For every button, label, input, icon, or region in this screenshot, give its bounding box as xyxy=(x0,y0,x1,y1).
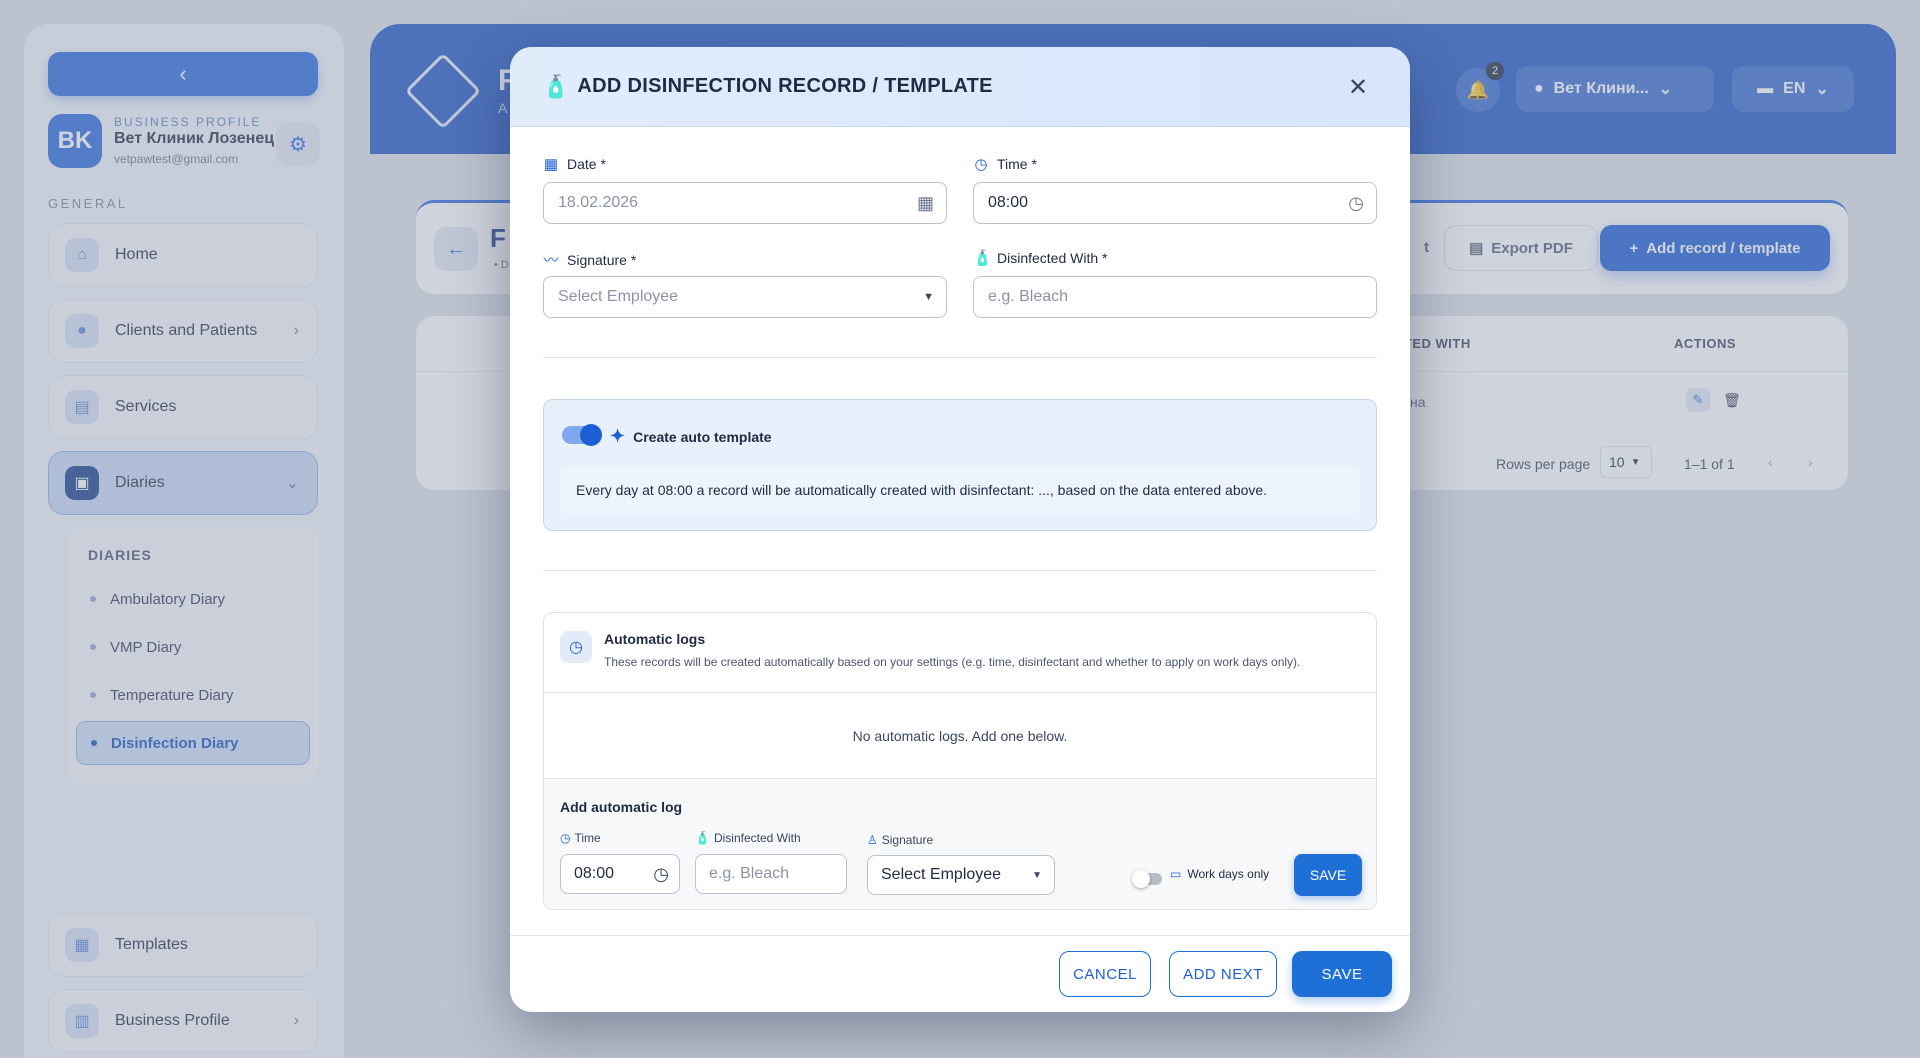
spray-bottle-icon: 🧴 xyxy=(695,831,710,845)
automatic-logs-empty-state: No automatic logs. Add one below. xyxy=(544,693,1376,779)
caret-down-icon: ▼ xyxy=(1032,869,1042,881)
automatic-logs-subtitle: These records will be created automatica… xyxy=(604,655,1301,669)
log-time-field[interactable]: 08:00 ◷ xyxy=(560,854,680,894)
time-field[interactable]: 08:00 ◷ xyxy=(973,182,1377,224)
add-automatic-log-form: Add automatic log ◷ Time 08:00 ◷ 🧴 Disin… xyxy=(544,779,1376,909)
automatic-logs-card: ◷ Automatic logs These records will be c… xyxy=(543,612,1377,910)
add-log-title: Add automatic log xyxy=(560,799,683,815)
signature-select[interactable]: Select Employee ▼ xyxy=(543,276,947,318)
signature-label: 〰 Signature * xyxy=(543,249,636,270)
save-button[interactable]: SAVE xyxy=(1292,951,1392,997)
auto-template-panel: ✦ Create auto template Every day at 08:0… xyxy=(543,399,1377,531)
caret-down-icon: ▼ xyxy=(923,291,934,303)
work-days-toggle[interactable] xyxy=(1132,870,1162,888)
save-log-button[interactable]: SAVE xyxy=(1294,854,1362,896)
add-next-button[interactable]: ADD NEXT xyxy=(1169,951,1277,997)
calendar-icon[interactable]: ▦ xyxy=(917,193,934,214)
clock-icon: ◷ xyxy=(560,631,592,663)
briefcase-icon: ▭ xyxy=(1170,867,1182,881)
date-label: ▦ Date * xyxy=(543,156,606,173)
modal-footer: CANCEL ADD NEXT SAVE xyxy=(510,935,1410,1012)
log-signature-select[interactable]: Select Employee ▼ xyxy=(867,855,1055,895)
auto-template-title: ✦ Create auto template xyxy=(610,426,772,446)
automatic-logs-title: Automatic logs xyxy=(604,631,706,647)
log-disinfected-input[interactable]: e.g. Bleach xyxy=(695,854,847,894)
clock-icon: ◷ xyxy=(974,156,988,173)
auto-template-description: Every day at 08:00 a record will be auto… xyxy=(560,466,1360,514)
modal-header: 🧴 ADD DISINFECTION RECORD / TEMPLATE ✕ xyxy=(510,47,1410,127)
clock-icon[interactable]: ◷ xyxy=(1348,193,1364,214)
cancel-button[interactable]: CANCEL xyxy=(1059,951,1151,997)
time-label: ◷ Time * xyxy=(974,156,1037,173)
divider xyxy=(543,570,1377,571)
close-icon[interactable]: ✕ xyxy=(1344,73,1372,101)
user-icon: ♙ xyxy=(867,833,878,847)
divider xyxy=(543,357,1377,358)
automatic-logs-header: ◷ Automatic logs These records will be c… xyxy=(544,613,1376,693)
signature-icon: 〰 xyxy=(543,252,559,269)
log-disinfected-label: 🧴 Disinfected With xyxy=(695,831,801,845)
spray-bottle-icon: 🧴 xyxy=(542,73,570,99)
spray-bottle-icon: 🧴 xyxy=(973,250,992,267)
modal-title: ADD DISINFECTION RECORD / TEMPLATE xyxy=(577,75,993,97)
clock-icon[interactable]: ◷ xyxy=(653,864,669,885)
clock-icon: ◷ xyxy=(560,831,571,845)
work-days-label: ▭ Work days only xyxy=(1170,867,1270,881)
disinfected-with-input[interactable]: e.g. Bleach xyxy=(973,276,1377,318)
add-disinfection-modal: 🧴 ADD DISINFECTION RECORD / TEMPLATE ✕ ▦… xyxy=(510,47,1410,1012)
date-field[interactable]: 18.02.2026 ▦ xyxy=(543,182,947,224)
auto-template-toggle[interactable] xyxy=(562,424,602,446)
disinfected-with-label: 🧴 Disinfected With * xyxy=(973,250,1108,267)
calendar-icon: ▦ xyxy=(543,156,559,173)
log-time-label: ◷ Time xyxy=(560,831,601,845)
log-signature-label: ♙ Signature xyxy=(867,833,934,847)
sparkle-icon: ✦ xyxy=(610,426,626,446)
